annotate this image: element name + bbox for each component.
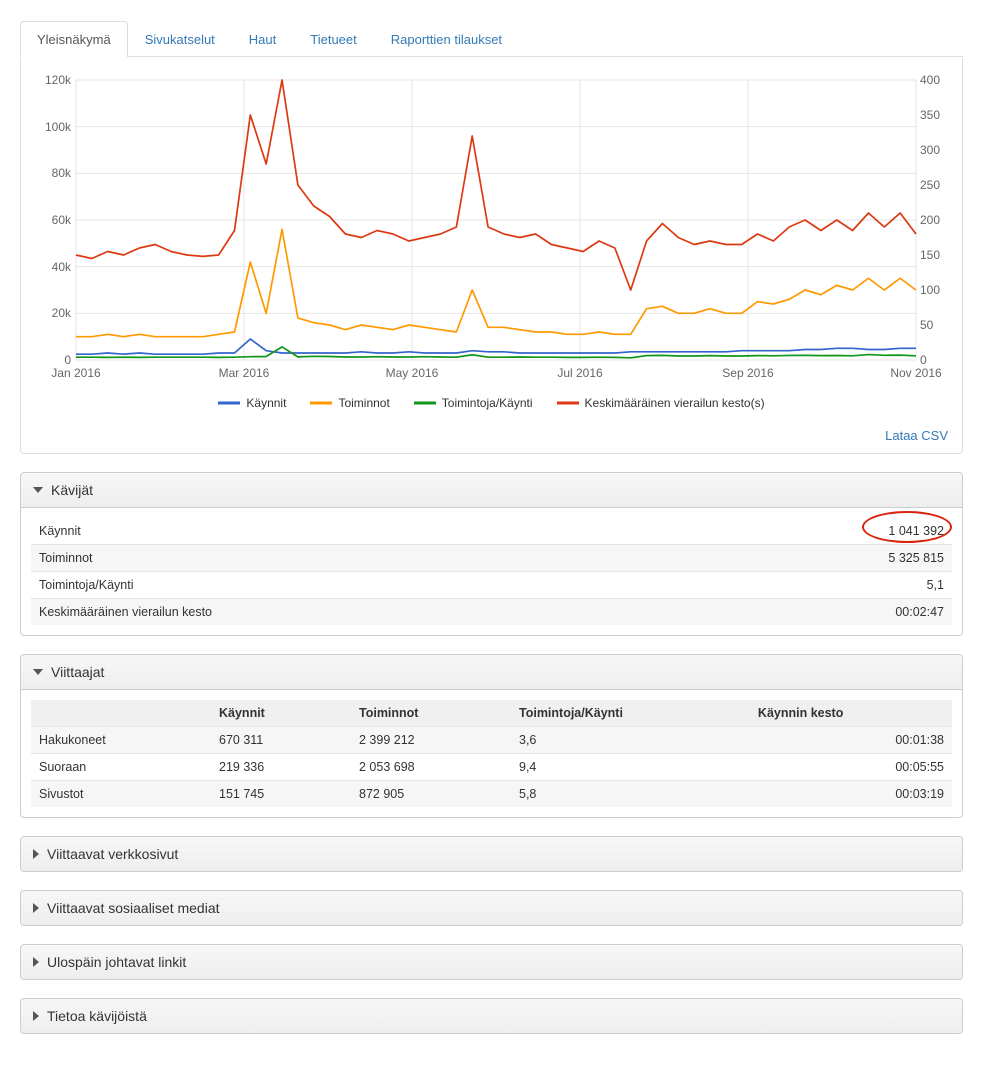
referrers-table: KäynnitToiminnotToimintoja/KäyntiKäynnin… (31, 700, 952, 807)
panel-collapsed: Viittaavat sosiaaliset mediat (20, 890, 963, 926)
panel-referrers-header[interactable]: Viittaajat (21, 655, 962, 690)
overview-chart[interactable]: 020k40k60k80k100k120k 050100150200250300… (31, 70, 952, 382)
tab-searches[interactable]: Haut (232, 21, 293, 57)
chart-panel: 020k40k60k80k100k120k 050100150200250300… (20, 58, 963, 454)
panel-collapsed-header[interactable]: Viittaavat verkkosivut (21, 837, 962, 871)
legend-visits[interactable]: Käynnit (218, 396, 286, 410)
panel-visitors: Kävijät Käynnit1 041 392Toiminnot5 325 8… (20, 472, 963, 636)
panel-collapsed: Viittaavat verkkosivut (20, 836, 963, 872)
download-csv-wrap: Lataa CSV (31, 422, 952, 443)
table-row: Keskimääräinen vierailun kesto00:02:47 (31, 599, 952, 626)
caret-right-icon (33, 1011, 39, 1021)
panel-collapsed-header[interactable]: Ulospäin johtavat linkit (21, 945, 962, 979)
panel-collapsed-header[interactable]: Tietoa kävijöistä (21, 999, 962, 1033)
download-csv-link[interactable]: Lataa CSV (885, 428, 948, 443)
caret-down-icon (33, 669, 43, 675)
tab-overview[interactable]: Yleisnäkymä (20, 21, 128, 57)
legend-actions[interactable]: Toiminnot (310, 396, 389, 410)
panel-collapsed: Tietoa kävijöistä (20, 998, 963, 1034)
caret-right-icon (33, 849, 39, 859)
panel-referrers: Viittaajat KäynnitToiminnotToimintoja/Kä… (20, 654, 963, 818)
caret-right-icon (33, 957, 39, 967)
tab-pageviews[interactable]: Sivukatselut (128, 21, 232, 57)
panel-visitors-header[interactable]: Kävijät (21, 473, 962, 508)
visitors-table: Käynnit1 041 392Toiminnot5 325 815Toimin… (31, 518, 952, 625)
table-row: Hakukoneet670 3112 399 2123,600:01:38 (31, 727, 952, 754)
table-row: Sivustot151 745872 9055,800:03:19 (31, 781, 952, 808)
table-row: Käynnit1 041 392 (31, 518, 952, 545)
panel-collapsed: Ulospäin johtavat linkit (20, 944, 963, 980)
legend-avg-duration[interactable]: Keskimääräinen vierailun kesto(s) (557, 396, 765, 410)
table-row: Suoraan219 3362 053 6989,400:05:55 (31, 754, 952, 781)
chart-legend: Käynnit Toiminnot Toimintoja/Käynti Kesk… (31, 396, 952, 410)
tab-records[interactable]: Tietueet (293, 21, 374, 57)
panel-collapsed-header[interactable]: Viittaavat sosiaaliset mediat (21, 891, 962, 925)
legend-per-visit[interactable]: Toimintoja/Käynti (414, 396, 533, 410)
table-row: Toimintoja/Käynti5,1 (31, 572, 952, 599)
caret-right-icon (33, 903, 39, 913)
table-row: Toiminnot5 325 815 (31, 545, 952, 572)
tabs: Yleisnäkymä Sivukatselut Haut Tietueet R… (20, 20, 963, 57)
caret-down-icon (33, 487, 43, 493)
tab-subscriptions[interactable]: Raporttien tilaukset (374, 21, 519, 57)
